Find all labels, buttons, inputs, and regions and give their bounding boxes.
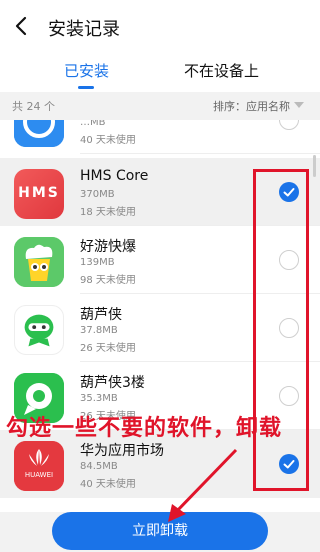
app-name: 葫芦侠 <box>80 307 122 323</box>
app-usage: 40 天未使用 <box>80 479 136 490</box>
app-size: 139MB <box>80 257 115 268</box>
green-mascot-icon <box>24 314 54 347</box>
app-name: 华为应用市场 <box>80 443 164 459</box>
huawei-appgallery-icon: HUAWEI <box>14 441 64 491</box>
app-name: 葫芦侠3楼 <box>80 375 145 391</box>
app-usage: 40 天未使用 <box>80 135 136 146</box>
huluxia-icon <box>14 305 64 355</box>
app-usage: 98 天未使用 <box>80 275 136 286</box>
select-checkbox[interactable] <box>279 120 299 130</box>
haoyoukuaibao-icon <box>14 237 64 287</box>
app-size: 84.5MB <box>80 461 118 472</box>
app-size: 35.3MB <box>80 393 118 404</box>
sort-selector[interactable]: 排序：应用名称 <box>213 98 290 114</box>
app-store-icon <box>14 120 64 147</box>
app-count: 共 24 个 <box>12 100 55 113</box>
app-size: …MB <box>80 120 106 128</box>
tab-indicator <box>78 86 94 89</box>
back-arrow-icon[interactable] <box>10 14 34 38</box>
huawei-logo-icon <box>14 441 64 491</box>
app-usage: 18 天未使用 <box>80 207 136 218</box>
uninstall-button[interactable]: 立即卸载 <box>52 512 268 550</box>
hms-icon-text: HMS <box>18 185 60 201</box>
tab-bar: 已安装 不在设备上 <box>0 56 320 92</box>
app-size: 37.8MB <box>80 325 118 336</box>
popcorn-mascot-icon <box>14 237 64 287</box>
app-icon <box>14 120 64 147</box>
app-size: 370MB <box>80 189 115 200</box>
top-bar: 安装记录 <box>0 0 320 56</box>
hms-core-icon: HMS <box>14 169 64 219</box>
divider <box>80 153 320 154</box>
sort-dropdown-icon[interactable] <box>294 102 304 108</box>
app-usage: 26 天未使用 <box>80 343 136 354</box>
tab-installed[interactable]: 已安装 <box>64 60 109 81</box>
list-header: 共 24 个 排序：应用名称 <box>0 92 320 120</box>
app-name: HMS Core <box>80 168 149 184</box>
app-name: 好游快爆 <box>80 239 136 255</box>
footer: 立即卸载 <box>0 512 320 552</box>
annotation-highlight-box <box>253 169 309 491</box>
annotation-text: 勾选一些不要的软件，卸载 <box>6 416 283 441</box>
scrollbar[interactable] <box>313 155 316 177</box>
list-item[interactable]: …MB 40 天未使用 <box>0 120 320 154</box>
tab-not-on-device[interactable]: 不在设备上 <box>184 60 259 81</box>
huawei-icon-text: HUAWEI <box>24 471 54 479</box>
page-title: 安装记录 <box>48 19 120 40</box>
